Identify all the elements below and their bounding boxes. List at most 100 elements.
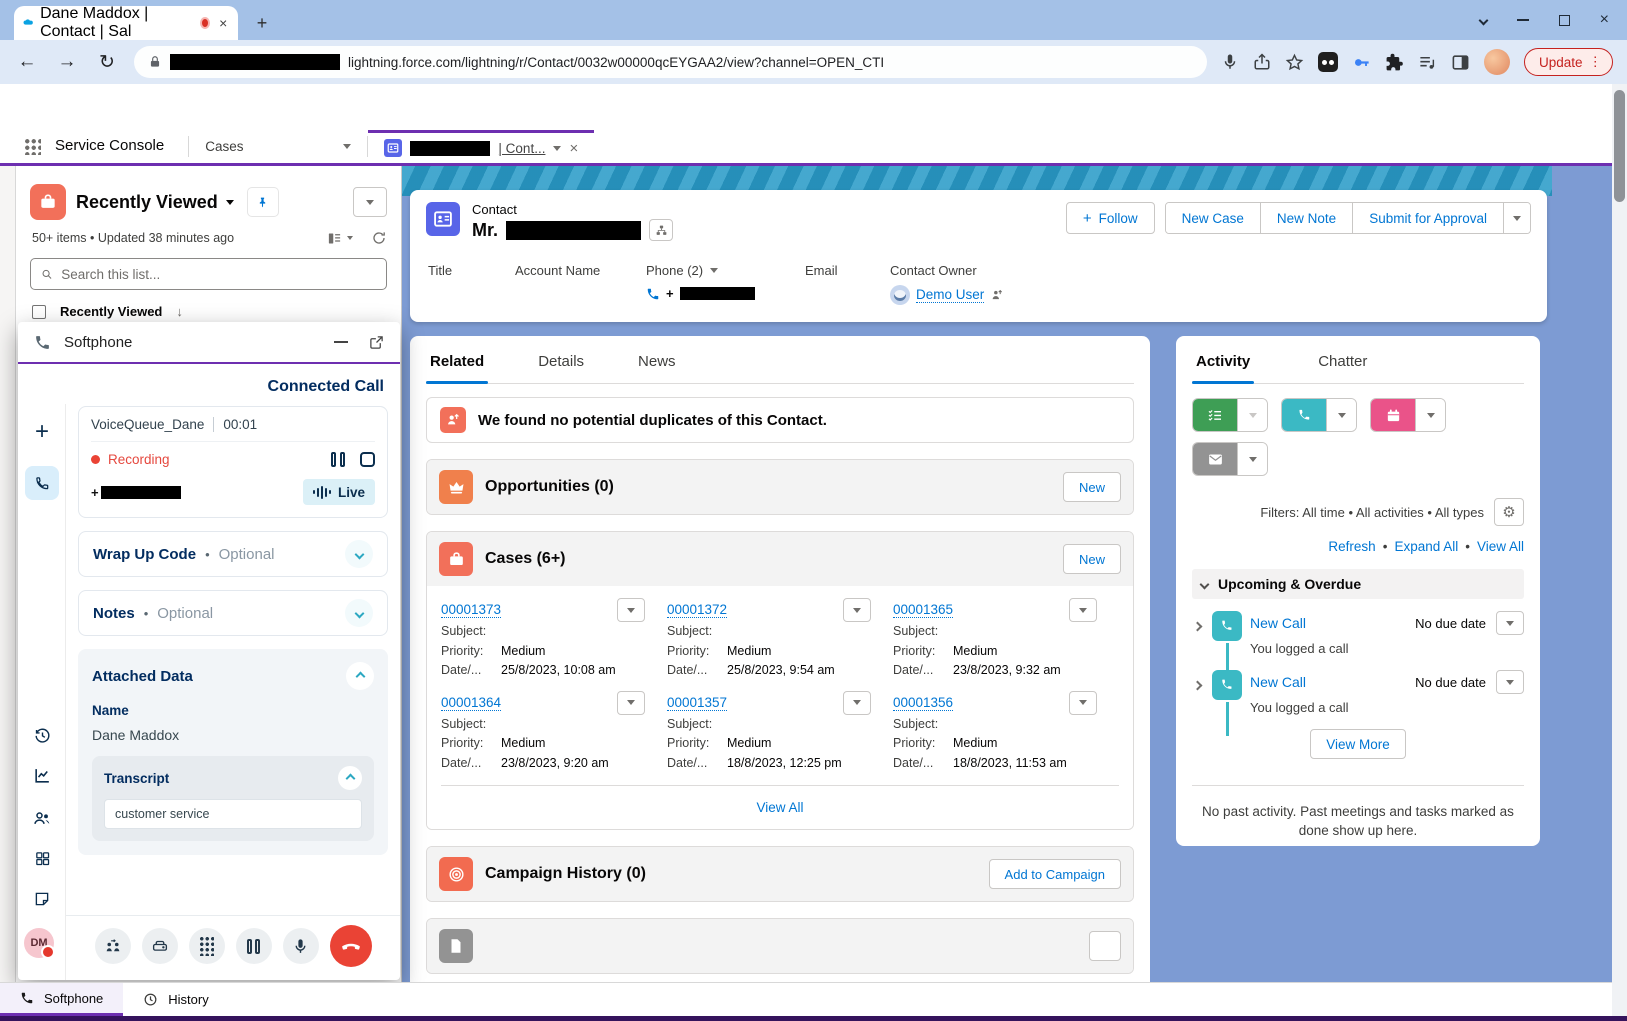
mic-icon[interactable] <box>1221 53 1239 71</box>
case-number-link[interactable]: 00001365 <box>893 602 953 618</box>
upcoming-overdue-header[interactable]: Upcoming & Overdue <box>1192 569 1524 599</box>
list-sort-row[interactable]: Recently Viewed <box>16 290 401 319</box>
cases-title[interactable]: Cases (6+) <box>485 550 566 568</box>
activity-title-link[interactable]: New Call <box>1250 674 1306 690</box>
new-event-icon[interactable] <box>1371 399 1415 431</box>
case-number-link[interactable]: 00001356 <box>893 695 953 711</box>
case-number-link[interactable]: 00001373 <box>441 602 501 618</box>
window-close-icon[interactable] <box>1600 11 1609 29</box>
new-call-plus-icon[interactable] <box>18 418 66 446</box>
new-tab-button[interactable] <box>250 11 274 35</box>
reading-list-icon[interactable] <box>1418 53 1437 72</box>
new-note-button[interactable]: New Note <box>1260 203 1352 233</box>
tab-news[interactable]: News <box>634 353 680 383</box>
list-search-input[interactable] <box>61 267 376 282</box>
notes-icon[interactable] <box>18 890 66 908</box>
case-number-link[interactable]: 00001357 <box>667 695 727 711</box>
activity-title-link[interactable]: New Call <box>1250 615 1306 631</box>
owner-link[interactable]: Demo User <box>916 287 984 303</box>
tab-details[interactable]: Details <box>534 353 588 383</box>
call-dropdown-icon[interactable] <box>1326 399 1356 431</box>
new-case-button[interactable]: New Case <box>1166 203 1260 233</box>
submit-for-approval-button[interactable]: Submit for Approval <box>1352 203 1503 233</box>
cases-tab-dropdown-icon[interactable] <box>343 144 351 149</box>
list-search[interactable] <box>30 258 387 290</box>
window-chevron-icon[interactable] <box>1478 15 1488 25</box>
dialpad-button[interactable] <box>189 928 225 964</box>
live-transcript-chip[interactable]: Live <box>303 479 375 505</box>
new-opportunity-button[interactable]: New <box>1063 472 1121 502</box>
next-section-button[interactable] <box>1089 931 1121 961</box>
email-dropdown-icon[interactable] <box>1237 443 1267 475</box>
collapse-section-icon[interactable] <box>1200 579 1210 589</box>
scrollbar-thumb[interactable] <box>1614 90 1625 202</box>
expand-all-link[interactable]: Expand All <box>1394 539 1458 554</box>
tab-close-icon[interactable] <box>216 14 230 32</box>
hold-call-button[interactable] <box>236 928 272 964</box>
extension-icon[interactable] <box>1318 52 1338 72</box>
case-row-actions-button[interactable] <box>843 691 871 715</box>
activity-filter-gear-icon[interactable] <box>1494 498 1524 526</box>
campaign-history-title[interactable]: Campaign History (0) <box>485 865 646 883</box>
case-row-actions-button[interactable] <box>617 691 645 715</box>
side-panel-icon[interactable] <box>1451 53 1470 72</box>
transcript-input[interactable] <box>104 799 362 829</box>
split-view-strip[interactable] <box>0 166 16 982</box>
refresh-icon[interactable] <box>371 230 387 246</box>
expand-notes-icon[interactable] <box>345 599 373 627</box>
expand-item-icon[interactable] <box>1194 617 1201 635</box>
tab-activity[interactable]: Activity <box>1192 353 1254 383</box>
view-hierarchy-button[interactable] <box>649 219 673 241</box>
tab-related[interactable]: Related <box>426 353 488 383</box>
collapse-attached-icon[interactable] <box>346 662 374 690</box>
browser-menu-icon[interactable] <box>1589 54 1603 70</box>
end-call-button[interactable] <box>330 925 372 967</box>
event-dropdown-icon[interactable] <box>1415 399 1445 431</box>
new-case-button[interactable]: New <box>1063 544 1121 574</box>
collapse-transcript-icon[interactable] <box>338 766 362 790</box>
window-minimize-icon[interactable] <box>1517 19 1529 21</box>
contact-tab-close-icon[interactable] <box>569 140 578 157</box>
log-call-icon[interactable] <box>1282 399 1326 431</box>
window-maximize-icon[interactable] <box>1559 15 1570 26</box>
wrap-up-code-card[interactable]: Wrap Up Code • Optional <box>78 531 388 577</box>
bookmark-star-icon[interactable] <box>1285 53 1304 72</box>
list-view-title-button[interactable]: Recently Viewed <box>76 192 234 213</box>
list-view-selector-icon[interactable] <box>226 200 234 205</box>
stats-chart-icon[interactable] <box>18 766 66 785</box>
forward-button[interactable] <box>54 51 80 73</box>
expand-item-icon[interactable] <box>1194 676 1201 694</box>
url-bar[interactable]: lightning.force.com/lightning/r/Contact/… <box>134 46 1207 78</box>
view-all-link[interactable]: View All <box>1477 539 1524 554</box>
opportunities-title[interactable]: Opportunities (0) <box>485 478 614 496</box>
pause-recording-icon[interactable] <box>331 452 345 467</box>
pin-list-button[interactable] <box>248 188 278 216</box>
select-all-checkbox[interactable] <box>32 305 46 319</box>
case-number-link[interactable]: 00001364 <box>441 695 501 711</box>
change-owner-icon[interactable] <box>990 288 1004 302</box>
mute-mic-button[interactable] <box>283 928 319 964</box>
page-scrollbar[interactable] <box>1612 84 1627 1016</box>
case-row-actions-button[interactable] <box>617 598 645 622</box>
agent-avatar[interactable]: DM <box>24 928 54 958</box>
extensions-puzzle-icon[interactable] <box>1385 53 1404 72</box>
utility-softphone-tab[interactable]: Softphone <box>0 983 123 1016</box>
back-button[interactable] <box>14 51 40 73</box>
view-more-button[interactable]: View More <box>1310 729 1406 759</box>
browser-profile-avatar[interactable] <box>1484 49 1510 75</box>
nav-tab-contact[interactable]: | Cont... <box>368 130 594 163</box>
browser-update-button[interactable]: Update <box>1524 48 1613 76</box>
refresh-link[interactable]: Refresh <box>1328 539 1375 554</box>
case-number-link[interactable]: 00001372 <box>667 602 727 618</box>
app-launcher-icon[interactable] <box>24 138 41 155</box>
case-row-actions-button[interactable] <box>1069 598 1097 622</box>
activity-actions-button[interactable] <box>1496 670 1524 694</box>
follow-button[interactable]: Follow <box>1066 202 1155 234</box>
email-icon[interactable] <box>1193 443 1237 475</box>
minimize-icon[interactable] <box>334 341 348 343</box>
popout-icon[interactable] <box>369 335 384 350</box>
activity-actions-button[interactable] <box>1496 611 1524 635</box>
expand-wrap-up-icon[interactable] <box>345 540 373 568</box>
add-to-campaign-button[interactable]: Add to Campaign <box>989 859 1121 889</box>
utility-history-tab[interactable]: History <box>123 983 228 1016</box>
